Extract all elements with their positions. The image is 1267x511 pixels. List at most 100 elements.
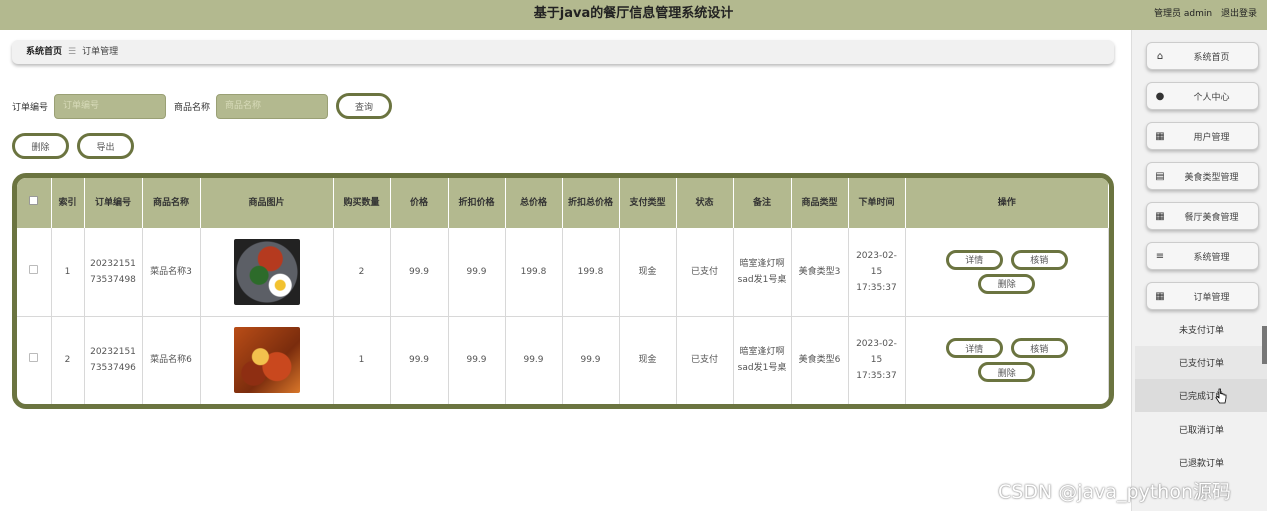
clipboard-icon: ▤ [1155, 170, 1165, 182]
submenu-unpaid-orders[interactable]: 未支付订单 [1135, 313, 1267, 346]
admin-label: 管理员 admin [1154, 9, 1213, 19]
column-header: 索引 [51, 178, 85, 228]
table-row: 1 2023215173537498 菜品名称3 2 99.9 99.9 199… [17, 228, 1109, 317]
sidebar-item-profile[interactable]: ● 个人中心 [1146, 82, 1259, 110]
sidebar-item-orders[interactable]: ▦ 订单管理 [1146, 282, 1259, 310]
query-button[interactable]: 查询 [336, 93, 393, 119]
product-name-label: 商品名称 [174, 102, 211, 113]
cell-remark: 暗室逢灯啊sad发1号桌 [733, 316, 792, 404]
cell-status: 已支付 [676, 316, 734, 404]
logout-link[interactable]: 退出登录 [1221, 9, 1257, 19]
sidebar-item-label: 美食类型管理 [1184, 172, 1239, 183]
breadcrumb-separator-icon: ☰ [68, 47, 77, 57]
cell-index: 1 [51, 228, 85, 317]
cell-operations: 详情 核销 删除 [905, 316, 1109, 404]
cell-discount-total: 199.8 [562, 228, 620, 317]
sidebar-item-label: 系统管理 [1193, 252, 1230, 263]
row-checkbox[interactable] [17, 316, 52, 404]
cell-order-time: 2023-02-15 17:35:37 [848, 316, 906, 404]
cell-product-type: 美食类型6 [791, 316, 849, 404]
cell-order-no: 2023215173537498 [84, 228, 143, 317]
home-icon: ⌂ [1156, 50, 1164, 62]
cell-product-type: 美食类型3 [791, 228, 849, 317]
food-photo-icon[interactable] [233, 238, 300, 305]
delete-button[interactable]: 删除 [12, 133, 69, 159]
cell-order-no: 2023215173537496 [84, 316, 143, 404]
column-header: 折扣总价格 [562, 178, 620, 228]
sidebar-item-restaurant-food[interactable]: ▦ 餐厅美食管理 [1146, 202, 1259, 230]
sidebar-item-label: 订单管理 [1193, 292, 1230, 303]
breadcrumb-current: 订单管理 [82, 47, 119, 57]
order-no-label: 订单编号 [12, 102, 49, 113]
action-bar: 删除 导出 [12, 133, 134, 159]
column-header: 操作 [905, 178, 1109, 228]
cell-pay-type: 现金 [619, 228, 677, 317]
hand-cursor-icon [1215, 388, 1227, 404]
sidebar-item-label: 个人中心 [1193, 92, 1230, 103]
order-no-input[interactable] [54, 93, 167, 119]
submenu-completed-orders[interactable]: 已完成订单 [1135, 379, 1267, 412]
search-bar: 订单编号 商品名称 查询 [12, 93, 393, 119]
cell-total-price: 99.9 [505, 316, 563, 404]
table-row: 2 2023215173537496 菜品名称6 1 99.9 99.9 99.… [17, 316, 1109, 404]
watermark: CSDN @java_python源码 [998, 481, 1231, 503]
user-icon: ● [1155, 90, 1165, 102]
export-button[interactable]: 导出 [77, 133, 134, 159]
order-table: 索引 订单编号 商品名称 商品图片 购买数量 价格 折扣价格 总价格 折扣总价格… [12, 173, 1114, 409]
table-header-row: 索引 订单编号 商品名称 商品图片 购买数量 价格 折扣价格 总价格 折扣总价格… [17, 178, 1109, 228]
cell-total-price: 199.8 [505, 228, 563, 317]
cell-price: 99.9 [390, 316, 449, 404]
cell-product-image [200, 228, 334, 317]
grid-icon: ▦ [1155, 290, 1165, 302]
cell-operations: 详情 核销 删除 [905, 228, 1109, 317]
column-header: 订单编号 [84, 178, 143, 228]
column-header: 商品名称 [142, 178, 201, 228]
submenu-paid-orders[interactable]: 已支付订单 [1135, 346, 1267, 379]
detail-button[interactable]: 详情 [945, 249, 1003, 270]
user-info: 管理员 admin 退出登录 [1148, 0, 1257, 28]
top-header: 基于java的餐厅信息管理系统设计 管理员 admin 退出登录 [0, 0, 1267, 30]
row-delete-button[interactable]: 删除 [978, 362, 1036, 382]
column-header: 支付类型 [619, 178, 677, 228]
grid-icon: ▦ [1155, 130, 1165, 142]
food-photo-icon[interactable] [233, 327, 300, 393]
sidebar-item-label: 用户管理 [1193, 132, 1230, 143]
cell-product-name: 菜品名称3 [142, 228, 201, 317]
breadcrumb-home[interactable]: 系统首页 [26, 47, 62, 57]
list-icon: ≡ [1155, 250, 1165, 262]
cell-pay-type: 现金 [619, 316, 677, 404]
cell-discount-price: 99.9 [448, 228, 506, 317]
row-delete-button[interactable]: 删除 [978, 273, 1036, 294]
sidebar-item-home[interactable]: ⌂ 系统首页 [1146, 42, 1259, 70]
column-header: 折扣价格 [448, 178, 506, 228]
detail-button[interactable]: 详情 [945, 338, 1003, 358]
cell-product-image [200, 316, 334, 404]
cell-discount-total: 99.9 [562, 316, 620, 404]
cell-quantity: 1 [333, 316, 391, 404]
submenu-refunded-orders[interactable]: 已退款订单 [1135, 446, 1267, 479]
column-header: 购买数量 [333, 178, 391, 228]
column-header: 备注 [733, 178, 792, 228]
column-header: 下单时间 [848, 178, 906, 228]
grid-icon: ▦ [1155, 210, 1165, 222]
cell-product-name: 菜品名称6 [142, 316, 201, 404]
sidebar-item-label: 餐厅美食管理 [1184, 212, 1239, 223]
verify-button[interactable]: 核销 [1010, 249, 1068, 270]
app-title: 基于java的餐厅信息管理系统设计 [533, 6, 734, 21]
submenu-cancelled-orders[interactable]: 已取消订单 [1135, 413, 1267, 446]
breadcrumb: 系统首页 ☰ 订单管理 [12, 40, 1114, 64]
column-header: 商品图片 [200, 178, 334, 228]
sidebar-collapse-handle[interactable] [1262, 326, 1267, 364]
column-header: 总价格 [505, 178, 563, 228]
select-all-checkbox[interactable] [17, 178, 52, 228]
column-header: 状态 [676, 178, 734, 228]
row-checkbox[interactable] [17, 228, 52, 317]
cell-price: 99.9 [390, 228, 449, 317]
sidebar-item-system[interactable]: ≡ 系统管理 [1146, 242, 1259, 270]
cell-quantity: 2 [333, 228, 391, 317]
sidebar-item-food-types[interactable]: ▤ 美食类型管理 [1146, 162, 1259, 190]
product-name-input[interactable] [216, 93, 329, 119]
sidebar-item-users[interactable]: ▦ 用户管理 [1146, 122, 1259, 150]
sidebar-item-label: 系统首页 [1193, 52, 1230, 63]
verify-button[interactable]: 核销 [1010, 338, 1068, 358]
